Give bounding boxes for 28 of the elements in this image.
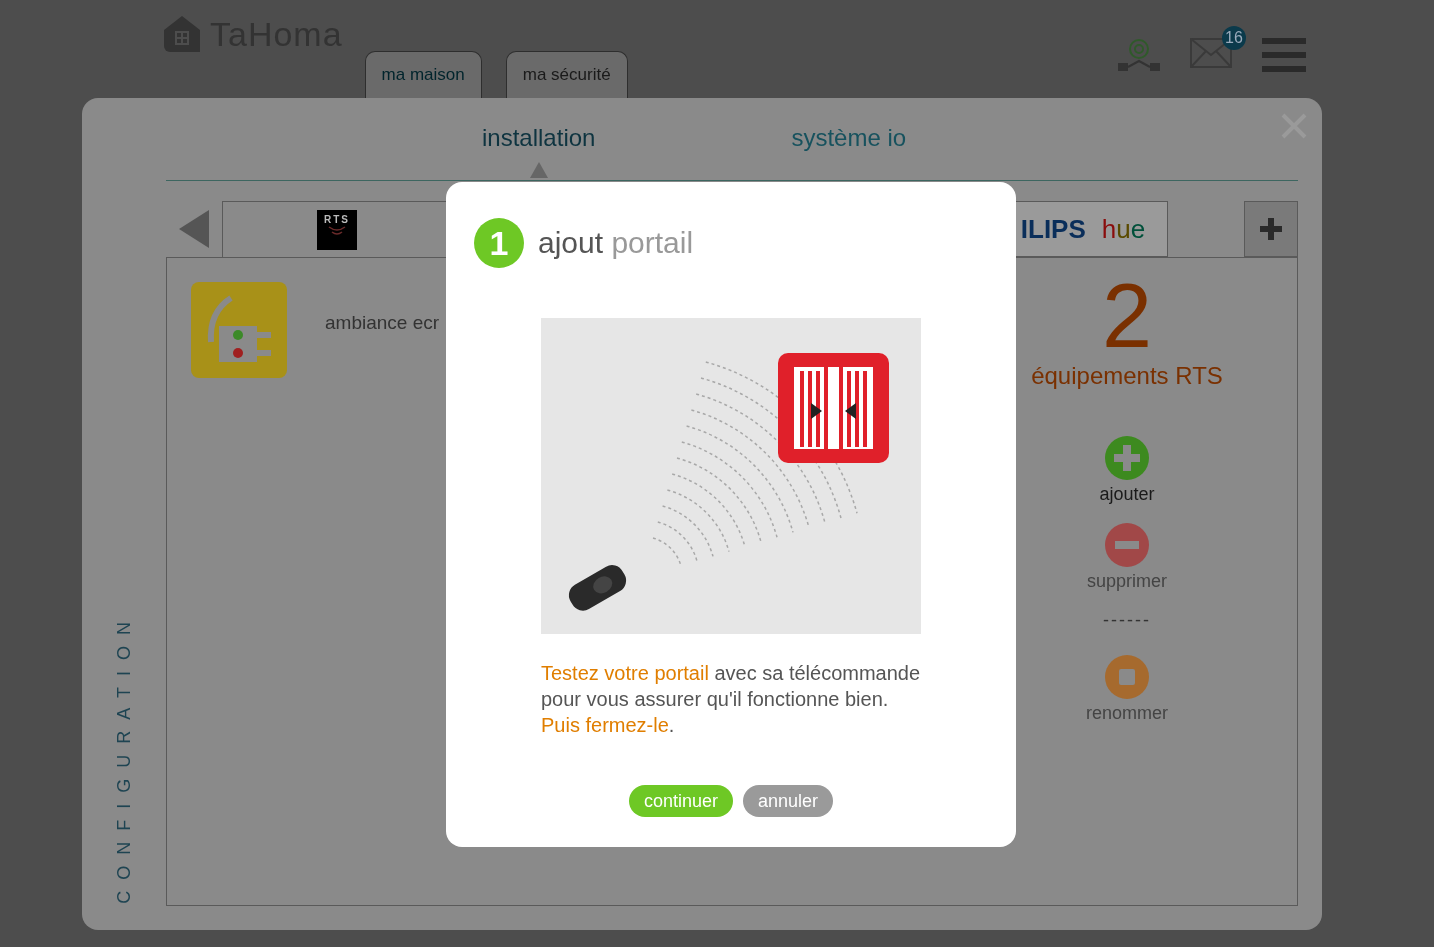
triangle-left-icon — [179, 210, 209, 248]
add-button[interactable] — [1244, 201, 1298, 257]
action-button[interactable]: ajouter — [1099, 436, 1155, 505]
plus-circle-icon — [1105, 436, 1149, 480]
at-sign-network-icon[interactable] — [1118, 37, 1160, 73]
plug-device-icon[interactable] — [191, 282, 287, 378]
device-count: 2 — [1101, 276, 1153, 356]
square-circle-icon — [1105, 655, 1149, 699]
gate-icon — [778, 353, 889, 463]
plus-icon — [1260, 218, 1282, 240]
nav-tab[interactable]: ma sécurité — [505, 51, 628, 98]
philips-hue-logo: ILIPS hue — [1020, 213, 1146, 245]
dialog-title: ajout portail — [538, 226, 694, 260]
notification-badge: 16 — [1222, 26, 1246, 50]
instruction-text: Testez votre portail avec sa télécommande pour vous assurer qu'il fonctionne bien. Puis fermez-le. — [541, 661, 922, 738]
cancel-button[interactable]: annuler — [743, 785, 834, 817]
minus-circle-icon — [1105, 523, 1149, 567]
menu-icon[interactable] — [1262, 38, 1306, 72]
separator-text: ------ — [1103, 610, 1151, 631]
step-number: 1 — [474, 218, 524, 268]
continue-button[interactable]: continuer — [628, 785, 733, 817]
section-tab[interactable]: système io — [791, 124, 907, 152]
rts-logo: RTS — [317, 209, 357, 250]
side-label: CONFIGURATION — [113, 611, 135, 904]
device-label: ambiance ecr — [325, 312, 440, 334]
nav-tab[interactable]: ma maison — [364, 51, 482, 98]
house-logo-icon — [162, 14, 202, 54]
device-count-label: équipements RTS — [1031, 362, 1223, 390]
